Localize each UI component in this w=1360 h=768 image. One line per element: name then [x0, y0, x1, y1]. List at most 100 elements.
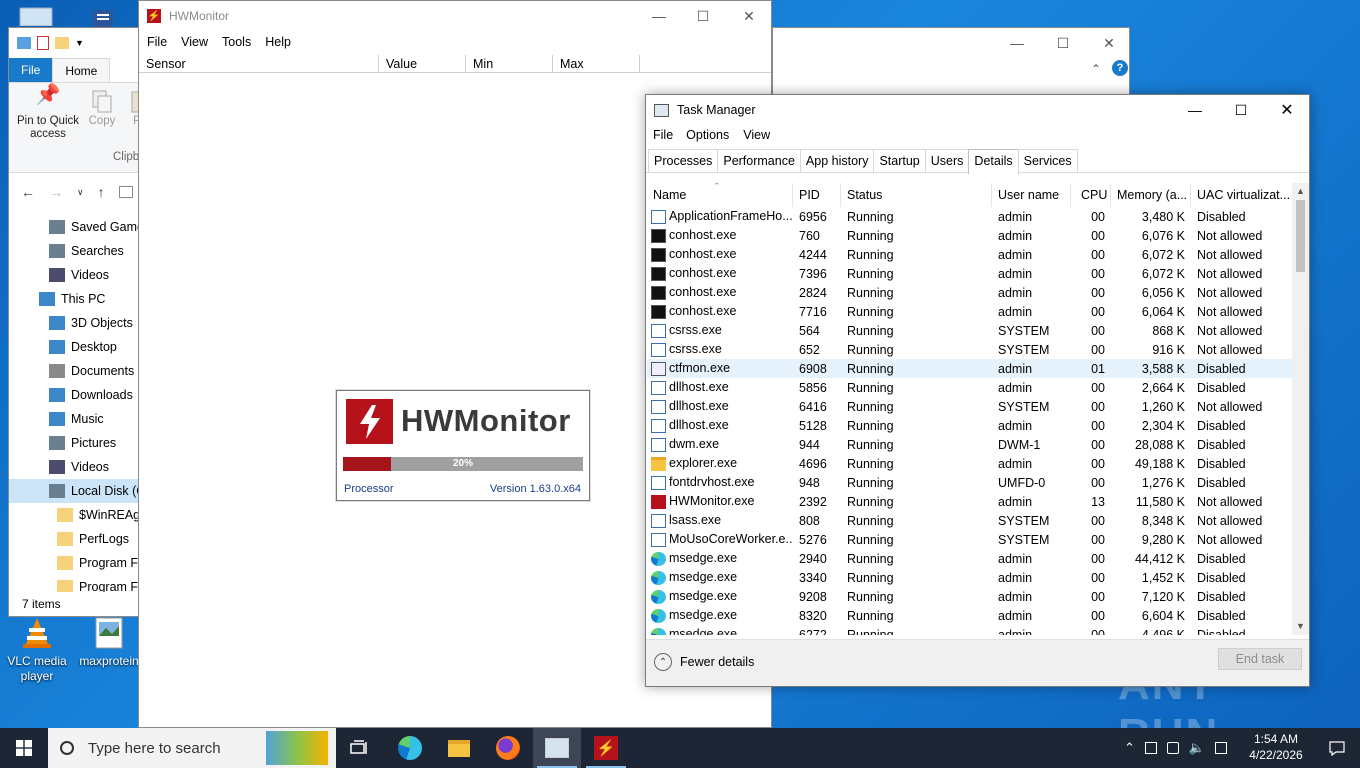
desktop-icon-document[interactable]	[90, 8, 116, 28]
tree-item[interactable]: Downloads	[9, 383, 139, 407]
table-row[interactable]: conhost.exe 760 Running admin 00 6,076 K Not a…	[647, 226, 1293, 245]
table-row[interactable]: explorer.exe 4696 Running admin 00 49,188 K Di…	[647, 454, 1293, 473]
back-arrow-icon[interactable]: ←	[21, 184, 35, 200]
table-row[interactable]: dllhost.exe 5128 Running admin 00 2,304 K Disa…	[647, 416, 1293, 435]
tab-performance[interactable]: Performance	[717, 149, 801, 173]
file-explorer-window[interactable]: ▼ File Home 📌 Pin to Quick access Copy P…	[8, 27, 140, 617]
help-icon[interactable]: ?	[1112, 60, 1128, 76]
column-max[interactable]: Max	[553, 55, 640, 72]
table-row[interactable]: msedge.exe 2940 Running admin 00 44,412 K Disa…	[647, 549, 1293, 568]
close-button[interactable]: ✕	[1086, 28, 1132, 58]
new-folder-icon[interactable]	[55, 37, 69, 49]
column-name[interactable]: Name ⌃	[647, 183, 793, 207]
taskbar-file-explorer[interactable]	[435, 728, 483, 768]
menu-options[interactable]: Options	[680, 128, 735, 142]
table-row[interactable]: conhost.exe 2824 Running admin 00 6,056 K Not …	[647, 283, 1293, 302]
table-row[interactable]: dllhost.exe 6416 Running SYSTEM 00 1,260 K Not…	[647, 397, 1293, 416]
table-row[interactable]: msedge.exe 9208 Running admin 00 7,120 K Disab…	[647, 587, 1293, 606]
tab-processes[interactable]: Processes	[648, 149, 719, 173]
maximize-button[interactable]: ☐	[680, 1, 726, 31]
menu-file[interactable]: File	[141, 35, 173, 49]
maximize-button[interactable]: ☐	[1040, 28, 1086, 58]
table-row[interactable]: msedge.exe 6272 Running admin 00 4,496 K Disab…	[647, 625, 1293, 635]
column-status[interactable]: Status	[841, 183, 992, 207]
table-row[interactable]: conhost.exe 4244 Running admin 00 6,072 K Not …	[647, 245, 1293, 264]
language-icon[interactable]	[1215, 742, 1228, 754]
table-row[interactable]: msedge.exe 8320 Running admin 00 6,604 K Disab…	[647, 606, 1293, 625]
column-sensor[interactable]: Sensor	[139, 55, 379, 72]
start-button[interactable]	[0, 728, 48, 768]
column-pid[interactable]: PID	[793, 183, 841, 207]
table-row[interactable]: conhost.exe 7716 Running admin 00 6,064 K Not …	[647, 302, 1293, 321]
fewer-details-button[interactable]: ⌃ Fewer details	[654, 653, 754, 671]
tree-item[interactable]: Documents	[9, 359, 139, 383]
table-row[interactable]: csrss.exe 564 Running SYSTEM 00 868 K Not allo…	[647, 321, 1293, 340]
forward-arrow-icon[interactable]: →	[49, 184, 63, 200]
menu-file[interactable]: File	[648, 128, 678, 142]
column-user-name[interactable]: User name	[992, 183, 1071, 207]
scroll-up-arrow-icon[interactable]: ▲	[1292, 183, 1309, 200]
pin-to-quick-access-button[interactable]: 📌 Pin to Quick access	[13, 85, 83, 141]
tree-item[interactable]: Desktop	[9, 335, 139, 359]
tab-home[interactable]: Home	[52, 58, 111, 82]
tab-file[interactable]: File	[9, 58, 53, 82]
taskbar-firefox[interactable]	[484, 728, 532, 768]
background-window[interactable]: — ☐ ✕ ⌃ ?	[772, 27, 1130, 95]
copy-button[interactable]: Copy	[87, 89, 117, 128]
menu-view[interactable]: View	[737, 128, 776, 142]
clock[interactable]: 1:54 AM 4/22/2026	[1244, 731, 1308, 763]
menu-view[interactable]: View	[175, 35, 214, 49]
task-manager-window[interactable]: Task Manager — ☐ ✕ File Options View Pro…	[645, 94, 1310, 687]
minimize-button[interactable]: —	[1172, 95, 1218, 125]
column-min[interactable]: Min	[466, 55, 553, 72]
taskbar-edge[interactable]	[386, 728, 434, 768]
recent-locations-icon[interactable]: ∨	[77, 187, 84, 198]
vertical-scrollbar[interactable]: ▲ ▼	[1292, 183, 1309, 635]
taskbar-task-manager[interactable]	[533, 728, 581, 768]
desktop-icon-vlc[interactable]: VLC media player	[4, 616, 70, 684]
tab-startup[interactable]: Startup	[873, 149, 926, 173]
table-row[interactable]: conhost.exe 7396 Running admin 00 6,072 K Not …	[647, 264, 1293, 283]
table-row[interactable]: msedge.exe 3340 Running admin 00 1,452 K Disab…	[647, 568, 1293, 587]
tree-item[interactable]: Videos	[9, 455, 139, 479]
meet-now-icon[interactable]	[1166, 742, 1179, 754]
tree-item[interactable]: PerfLogs	[9, 527, 139, 551]
close-button[interactable]: ✕	[726, 1, 772, 31]
task-view-button[interactable]	[336, 728, 384, 768]
properties-icon[interactable]	[37, 36, 49, 50]
table-row[interactable]: ctfmon.exe 6908 Running admin 01 3,588 K Disab…	[647, 359, 1293, 378]
volume-icon[interactable]: 🔈	[1189, 740, 1205, 756]
desktop-icon-recycle-bin[interactable]	[16, 6, 56, 27]
chevron-down-icon[interactable]: ▼	[75, 38, 84, 48]
table-row[interactable]: lsass.exe 808 Running SYSTEM 00 8,348 K Not al…	[647, 511, 1293, 530]
titlebar[interactable]: ⚡ HWMonitor — ☐ ✕	[139, 1, 771, 31]
menu-help[interactable]: Help	[259, 35, 297, 49]
column-memory[interactable]: Memory (a...	[1111, 183, 1191, 207]
end-task-button[interactable]: End task	[1218, 648, 1302, 670]
tree-item[interactable]: This PC	[9, 287, 139, 311]
table-row[interactable]: dwm.exe 944 Running DWM-1 00 28,088 K Disabled	[647, 435, 1293, 454]
table-row[interactable]: MoUsoCoreWorker.e... 5276 Running SYSTEM 00 9…	[647, 530, 1293, 549]
tab-users[interactable]: Users	[924, 149, 970, 173]
column-cpu[interactable]: CPU	[1071, 183, 1111, 207]
close-button[interactable]: ✕	[1264, 95, 1310, 125]
up-arrow-icon[interactable]: ↑	[98, 184, 105, 200]
tab-details[interactable]: Details	[968, 149, 1019, 174]
scroll-down-arrow-icon[interactable]: ▼	[1292, 618, 1309, 635]
tree-item[interactable]: Videos	[9, 263, 139, 287]
notification-center-button[interactable]	[1314, 728, 1360, 768]
table-row[interactable]: HWMonitor.exe 2392 Running admin 13 11,580 K N…	[647, 492, 1293, 511]
network-icon[interactable]	[1144, 742, 1157, 754]
desktop-icon-maxprotein[interactable]: maxprotein	[74, 616, 144, 669]
search-box[interactable]: Type here to search	[48, 728, 336, 768]
tree-item[interactable]: Pictures	[9, 431, 139, 455]
tree-item[interactable]: 3D Objects	[9, 311, 139, 335]
column-uac[interactable]: UAC virtualizat...	[1191, 183, 1293, 207]
table-row[interactable]: fontdrvhost.exe 948 Running UMFD-0 00 1,276 K…	[647, 473, 1293, 492]
minimize-button[interactable]: —	[994, 28, 1040, 58]
column-value[interactable]: Value	[379, 55, 466, 72]
tree-item[interactable]: $WinREAgent	[9, 503, 139, 527]
tree-item[interactable]: Saved Games	[9, 215, 139, 239]
tree-item[interactable]: Program Files	[9, 551, 139, 575]
table-row[interactable]: dllhost.exe 5856 Running admin 00 2,664 K Disa…	[647, 378, 1293, 397]
